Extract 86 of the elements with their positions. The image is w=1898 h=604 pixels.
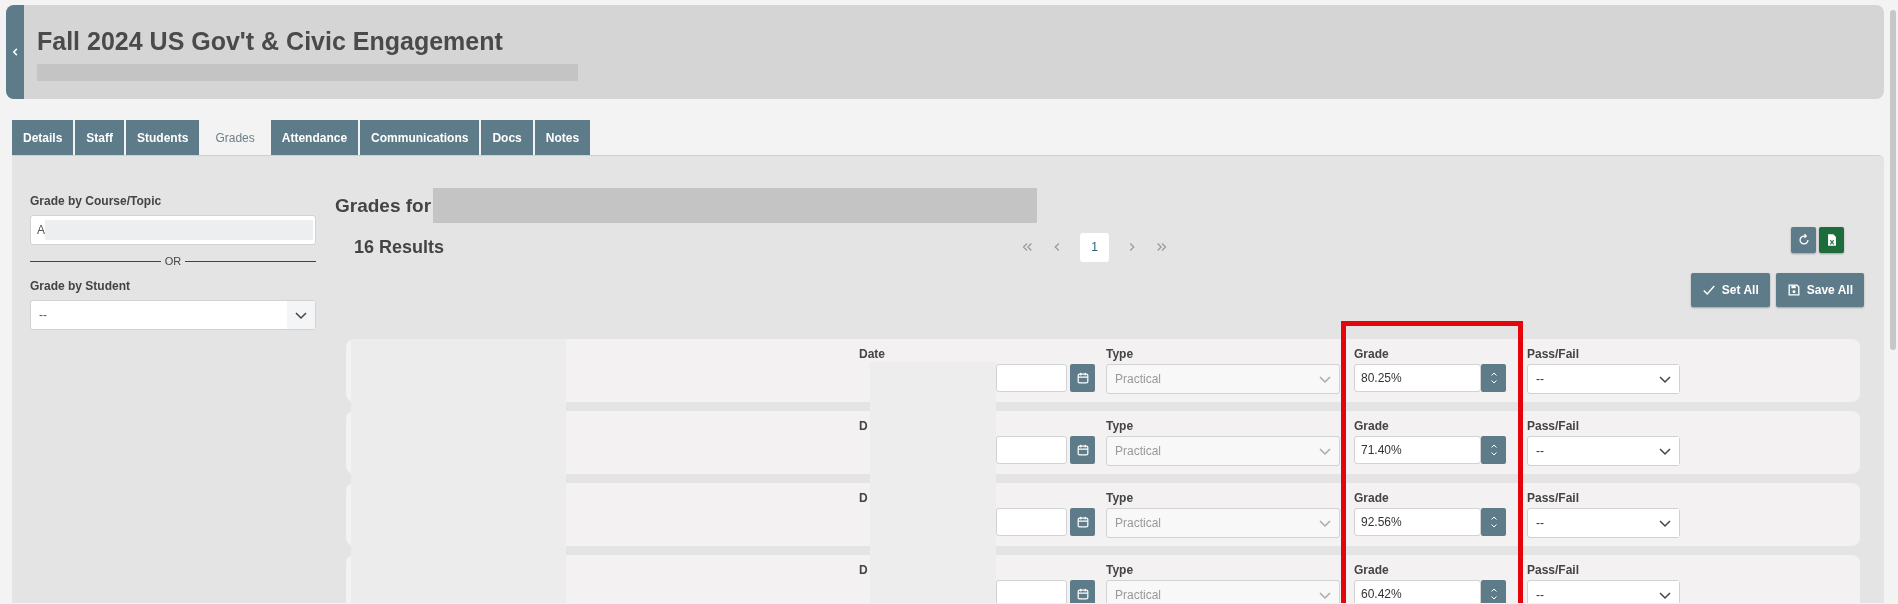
select-value: -- xyxy=(1536,516,1544,530)
field-label: Pass/Fail xyxy=(1527,347,1581,361)
last-page-icon xyxy=(1155,240,1169,254)
date-field[interactable] xyxy=(996,508,1067,536)
pass-fail-select[interactable]: -- xyxy=(1527,508,1680,538)
spinner-button[interactable] xyxy=(1481,436,1506,464)
spinner-button[interactable] xyxy=(1481,364,1506,392)
field-label: Type xyxy=(1106,491,1135,505)
first-page-icon xyxy=(1020,240,1034,254)
select-value: -- xyxy=(39,308,47,322)
field-label: Grade by Student xyxy=(30,279,131,293)
select-value: Practical xyxy=(1115,444,1161,458)
tab[interactable]: Students xyxy=(126,120,200,155)
field-label: Grade xyxy=(1354,491,1390,505)
pass-fail-select[interactable]: -- xyxy=(1527,364,1680,394)
set-all-button[interactable]: Set All xyxy=(1690,273,1770,307)
select-value: -- xyxy=(1536,372,1544,386)
field-label: Pass/Fail xyxy=(1527,419,1581,433)
student-select[interactable]: -- xyxy=(30,300,316,330)
refresh-icon xyxy=(1796,233,1811,247)
calendar-icon xyxy=(1075,587,1090,601)
field-value: A xyxy=(37,223,45,237)
field-label: Grade xyxy=(1354,347,1390,361)
select-value: -- xyxy=(1536,444,1544,458)
field-label: Type xyxy=(1106,419,1135,433)
field-label: Type xyxy=(1106,347,1135,361)
grade-field[interactable]: 92.56% xyxy=(1354,508,1481,536)
select-value: Practical xyxy=(1115,516,1161,530)
field-value: 71.40% xyxy=(1361,443,1402,457)
tab[interactable]: Docs xyxy=(481,120,533,155)
divider-text: OR xyxy=(163,255,183,267)
save-all-button[interactable]: Save All xyxy=(1775,273,1864,307)
grade-field[interactable]: 60.42% xyxy=(1354,580,1481,603)
field-label: D xyxy=(859,491,869,505)
calendar-button[interactable] xyxy=(1070,508,1095,536)
tab[interactable]: Grades xyxy=(201,120,269,155)
field-label: Type xyxy=(1106,563,1135,577)
select-value: -- xyxy=(1536,588,1544,602)
save-icon xyxy=(1786,283,1801,297)
course-field[interactable]: A xyxy=(30,215,316,245)
date-field[interactable] xyxy=(996,364,1067,392)
page-button[interactable]: 1 xyxy=(1080,232,1109,262)
export-button[interactable] xyxy=(1819,227,1844,253)
calendar-icon xyxy=(1075,371,1090,385)
select-value: Practical xyxy=(1115,372,1161,386)
chevron-down-icon xyxy=(1488,450,1499,458)
back-button[interactable] xyxy=(6,5,24,99)
field-label: D xyxy=(859,563,869,577)
date-field[interactable] xyxy=(996,436,1067,464)
chevron-down-icon xyxy=(1488,378,1499,386)
field-value: 80.25% xyxy=(1361,371,1402,385)
chevron-down-icon xyxy=(1488,522,1499,530)
field-value: 60.42% xyxy=(1361,587,1402,601)
tab[interactable]: Details xyxy=(12,120,74,155)
calendar-button[interactable] xyxy=(1070,436,1095,464)
field-label: Pass/Fail xyxy=(1527,491,1581,505)
calendar-icon xyxy=(1075,515,1090,529)
calendar-button[interactable] xyxy=(1070,580,1095,603)
grade-field[interactable]: 71.40% xyxy=(1354,436,1481,464)
calendar-button[interactable] xyxy=(1070,364,1095,392)
tab[interactable]: Staff xyxy=(75,120,125,155)
spinner-button[interactable] xyxy=(1481,580,1506,603)
check-icon xyxy=(1701,283,1716,297)
refresh-button[interactable] xyxy=(1791,227,1816,253)
date-field[interactable] xyxy=(996,580,1067,603)
field-label: Grade xyxy=(1354,419,1390,433)
grade-field[interactable]: 80.25% xyxy=(1354,364,1481,392)
page-title: Fall 2024 US Gov't & Civic Engagement xyxy=(37,27,504,56)
calendar-icon xyxy=(1075,443,1090,457)
field-label: Pass/Fail xyxy=(1527,563,1581,577)
tab[interactable]: Attendance xyxy=(270,120,359,155)
tab[interactable]: Notes xyxy=(534,120,591,155)
tab[interactable]: Communications xyxy=(360,120,480,155)
field-label: Date xyxy=(859,347,886,361)
field-label: D xyxy=(859,419,869,433)
field-label: Grade xyxy=(1354,563,1390,577)
results-count: 16 Results xyxy=(354,236,446,258)
spinner-button[interactable] xyxy=(1481,508,1506,536)
field-label: Grade by Course/Topic xyxy=(30,194,163,208)
pass-fail-select[interactable]: -- xyxy=(1527,436,1680,466)
pass-fail-select[interactable]: -- xyxy=(1527,580,1680,603)
field-value: 92.56% xyxy=(1361,515,1402,529)
chevron-left-icon xyxy=(10,46,20,58)
section-title: Grades for xyxy=(335,194,432,217)
select-value: Practical xyxy=(1115,588,1161,602)
chevron-down-icon xyxy=(1488,594,1499,602)
